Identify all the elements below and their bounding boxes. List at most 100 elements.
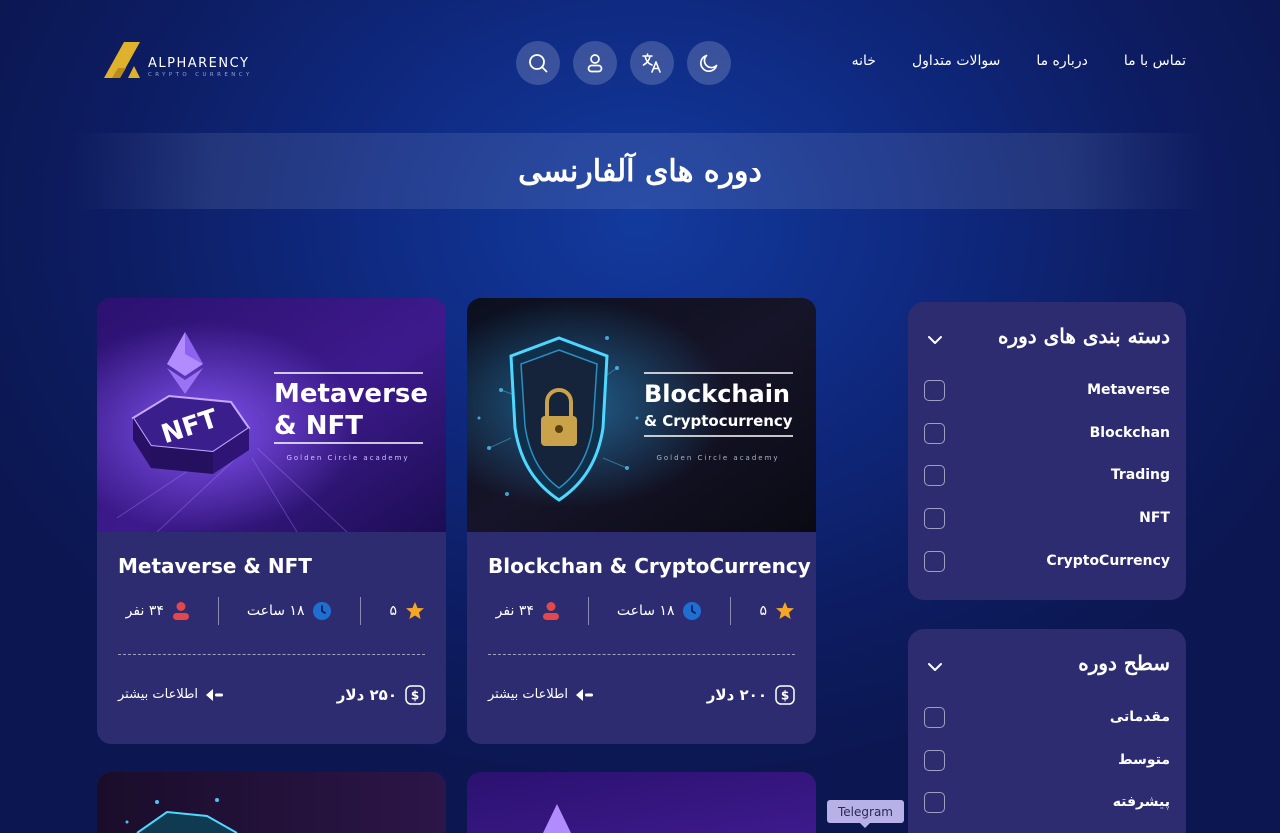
category-option-metaverse[interactable]: Metaverse — [924, 380, 1170, 402]
brand-logo[interactable]: ALPHARENCY CRYPTO CURRENCY — [104, 40, 274, 82]
option-label: Blockchan — [1089, 425, 1170, 441]
option-label: CryptoCurrency — [1046, 553, 1170, 569]
course-image-caption: Golden Circle academy — [656, 454, 779, 462]
course-card-metaverse[interactable]: NFT Metaverse & NFT Golden Circle academ… — [97, 298, 446, 744]
course-title[interactable]: Metaverse & NFT — [118, 554, 312, 578]
option-label: NFT — [1139, 510, 1170, 526]
course-students: ۳۴ نفر — [126, 601, 190, 621]
logo-mark-icon — [104, 42, 140, 78]
nav-faq[interactable]: سوالات متداول — [912, 53, 1000, 69]
nav-home[interactable]: خانه — [852, 53, 876, 69]
course-card-partial[interactable] — [467, 772, 816, 833]
checkbox[interactable] — [924, 707, 945, 728]
rating-value: ۵ — [759, 603, 767, 619]
level-filter-panel: سطح دوره مقدماتی متوسط پیشرفته — [908, 629, 1186, 833]
person-icon — [172, 602, 189, 620]
course-image-title-line1: Blockchain — [644, 380, 790, 408]
course-image-caption: Golden Circle academy — [286, 454, 409, 462]
checkbox[interactable] — [924, 508, 945, 529]
category-option-blockchan[interactable]: Blockchan — [924, 423, 1170, 445]
course-meta: ۵ ۱۸ ساعت ۳۴ نفر — [488, 596, 795, 626]
language-button[interactable] — [630, 41, 674, 85]
clock-icon — [313, 602, 332, 620]
level-filter-title: سطح دوره — [1078, 651, 1170, 675]
card-divider — [488, 654, 795, 655]
course-image-metaverse: NFT Metaverse & NFT Golden Circle academ… — [97, 298, 446, 532]
level-filter-header[interactable]: سطح دوره — [908, 629, 1186, 703]
course-card-blockchain[interactable]: Blockchain & Cryptocurrency Golden Circl… — [467, 298, 816, 744]
course-duration: ۱۸ ساعت — [617, 601, 703, 621]
search-icon — [529, 54, 548, 73]
chevron-down-icon[interactable] — [926, 661, 944, 673]
checkbox[interactable] — [924, 750, 945, 771]
category-option-trading[interactable]: Trading — [924, 465, 1170, 487]
checkbox[interactable] — [924, 792, 945, 813]
star-icon — [406, 602, 424, 619]
course-duration: ۱۸ ساعت — [247, 601, 333, 621]
translate-icon — [642, 53, 661, 73]
option-label: Metaverse — [1087, 382, 1170, 398]
meta-divider — [730, 597, 732, 625]
clock-icon — [683, 602, 702, 620]
checkbox[interactable] — [924, 551, 945, 572]
card-divider — [118, 654, 425, 655]
course-image-partial — [97, 772, 446, 833]
category-filter-header[interactable]: دسته بندی های دوره — [908, 302, 1186, 376]
svg-text:$: $ — [411, 689, 419, 703]
checkbox[interactable] — [924, 423, 945, 444]
meta-divider — [587, 597, 589, 625]
person-icon — [542, 602, 559, 620]
option-label: پیشرفته — [1112, 794, 1170, 810]
search-button[interactable] — [516, 41, 560, 85]
option-label: مقدماتی — [1109, 709, 1170, 725]
svg-text:$: $ — [781, 689, 789, 703]
level-option-intermediate[interactable]: متوسط — [924, 750, 1170, 772]
telegram-tooltip: Telegram — [827, 800, 904, 828]
course-image-title-line1: Metaverse — [274, 379, 428, 409]
more-info-link[interactable]: اطلاعات بیشتر — [488, 687, 594, 702]
moon-icon — [700, 54, 718, 72]
more-info-link[interactable]: اطلاعات بیشتر — [118, 687, 224, 702]
price-value: ۲۵۰ دلار — [336, 686, 397, 704]
level-option-advanced[interactable]: پیشرفته — [924, 792, 1170, 814]
rating-value: ۵ — [389, 603, 397, 619]
course-rating: ۵ — [389, 601, 425, 621]
star-icon — [776, 602, 794, 619]
user-icon — [587, 54, 603, 73]
course-meta: ۵ ۱۸ ساعت ۳۴ نفر — [118, 596, 425, 626]
nav-contact[interactable]: تماس با ما — [1124, 53, 1186, 69]
theme-toggle-button[interactable] — [687, 41, 731, 85]
course-image-title-line2: & Cryptocurrency — [644, 412, 793, 430]
category-filter-panel: دسته بندی های دوره Metaverse Blockchan T… — [908, 302, 1186, 600]
dollar-icon: $ — [775, 685, 795, 705]
dollar-icon: $ — [405, 685, 425, 705]
students-value: ۳۴ نفر — [125, 603, 164, 619]
course-title[interactable]: Blockchan & CryptoCurrency — [488, 554, 811, 578]
level-option-beginner[interactable]: مقدماتی — [924, 707, 1170, 729]
meta-divider — [217, 597, 219, 625]
option-label: Trading — [1110, 467, 1170, 483]
price-value: ۲۰۰ دلار — [706, 686, 767, 704]
course-image-title-line2: & NFT — [274, 411, 363, 441]
site-header: ALPHARENCY CRYPTO CURRENCY خانه سوالات م… — [0, 0, 1280, 125]
more-info-label: اطلاعات بیشتر — [118, 687, 199, 702]
nav-about[interactable]: درباره ما — [1036, 53, 1087, 69]
checkbox[interactable] — [924, 465, 945, 486]
main-nav: خانه سوالات متداول درباره ما تماس با ما — [852, 53, 1186, 69]
course-image-partial — [467, 772, 816, 833]
checkbox[interactable] — [924, 380, 945, 401]
course-card-partial[interactable] — [97, 772, 446, 833]
account-button[interactable] — [573, 41, 617, 85]
category-option-cryptocurrency[interactable]: CryptoCurrency — [924, 551, 1170, 573]
category-option-nft[interactable]: NFT — [924, 508, 1170, 530]
brand-tagline: CRYPTO CURRENCY — [148, 72, 253, 78]
duration-value: ۱۸ ساعت — [616, 603, 675, 619]
option-label: متوسط — [1118, 752, 1170, 768]
arrow-left-icon — [206, 688, 224, 701]
arrow-left-icon — [576, 688, 594, 701]
chevron-down-icon[interactable] — [926, 334, 944, 346]
course-students: ۳۴ نفر — [496, 601, 560, 621]
brand-name: ALPHARENCY — [148, 56, 250, 71]
course-price: $ ۲۰۰ دلار — [707, 685, 795, 705]
category-filter-title: دسته بندی های دوره — [997, 324, 1170, 348]
